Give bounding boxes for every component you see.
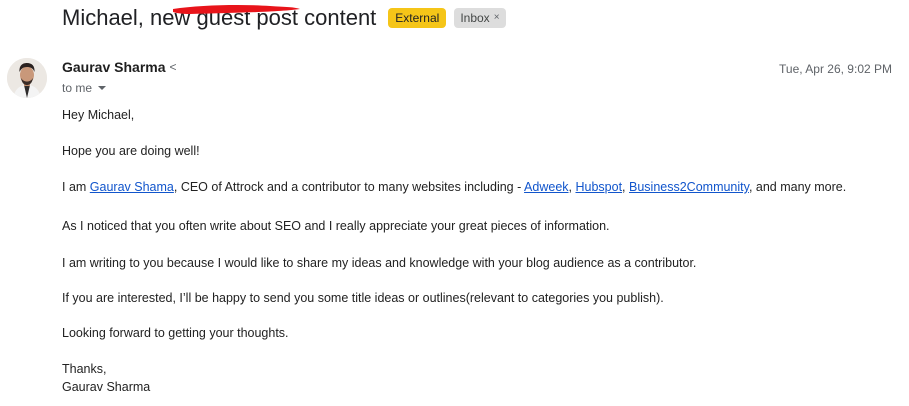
recipient-row: to me (62, 81, 107, 95)
recipient-label: to me (62, 81, 93, 95)
inbox-label[interactable]: Inbox × (454, 8, 506, 28)
sender-name[interactable]: Gaurav Sharma (62, 59, 166, 75)
intro-line: I am Gaurav Shama, CEO of Attrock and a … (62, 180, 846, 194)
body-line: Hope you are doing well! (62, 144, 200, 158)
sender-avatar[interactable] (7, 58, 47, 98)
remove-label-icon[interactable]: × (494, 10, 500, 26)
redaction-mark (173, 5, 300, 14)
external-label: External (388, 8, 447, 28)
separator: , (622, 180, 629, 194)
body-line: As I noticed that you often write about … (62, 219, 610, 233)
business2community-link[interactable]: Business2Community (629, 180, 749, 194)
sender-email: < (170, 60, 177, 74)
email-timestamp: Tue, Apr 26, 9:02 PM (779, 62, 892, 76)
adweek-link[interactable]: Adweek (524, 180, 568, 194)
signature: Gaurav Sharma (62, 380, 151, 394)
show-details-icon[interactable] (98, 86, 107, 90)
intro-text: , and many more. (748, 180, 847, 194)
avatar-photo (7, 58, 47, 98)
body-line: If you are interested, I’ll be happy to … (62, 291, 664, 305)
greeting: Hey Michael, (62, 108, 135, 122)
intro-text: , CEO of Attrock and a contributor to ma… (173, 180, 525, 194)
signoff: Thanks, (62, 362, 107, 376)
sender-row: Gaurav Sharma < (62, 59, 177, 75)
intro-text: I am (62, 180, 90, 194)
inbox-label-text: Inbox (460, 11, 490, 25)
hubspot-link[interactable]: Hubspot (575, 180, 622, 194)
author-link[interactable]: Gaurav Shama (90, 180, 174, 194)
sender-email-bracket: < (169, 60, 177, 74)
body-line: I am writing to you because I would like… (62, 256, 697, 270)
body-line: Looking forward to getting your thoughts… (62, 326, 289, 340)
